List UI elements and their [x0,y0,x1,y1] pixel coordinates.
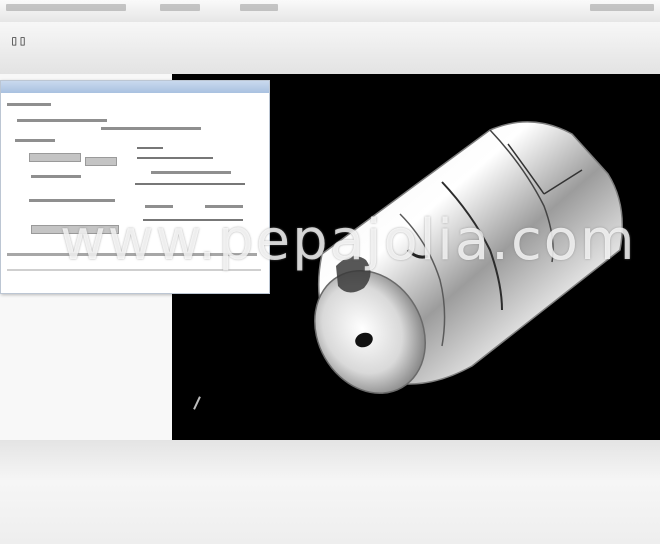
dialog-text [29,199,115,202]
dialog-text [17,119,107,122]
title-strip-text [590,4,654,11]
dialog-text [15,139,55,142]
title-strip-text [160,4,200,11]
dialog-field[interactable] [85,157,117,166]
app-icon[interactable]: ▯▯ [10,32,27,50]
dialog-text [151,171,231,174]
dialog-text [7,103,51,106]
dialog-field[interactable] [29,153,81,162]
dialog-line [137,147,163,149]
dialog-text [101,127,201,130]
window-title-strip [0,0,660,23]
dialog-titlebar[interactable] [1,81,269,93]
title-strip-text [240,4,278,11]
dialog-line [135,183,245,185]
watermark: www.pepajolia.com [60,208,637,273]
toolbar: ▯▯ [0,22,660,74]
dialog-line [137,157,213,159]
title-strip-text [6,4,126,11]
dialog-text [31,175,81,178]
status-area [0,440,660,544]
